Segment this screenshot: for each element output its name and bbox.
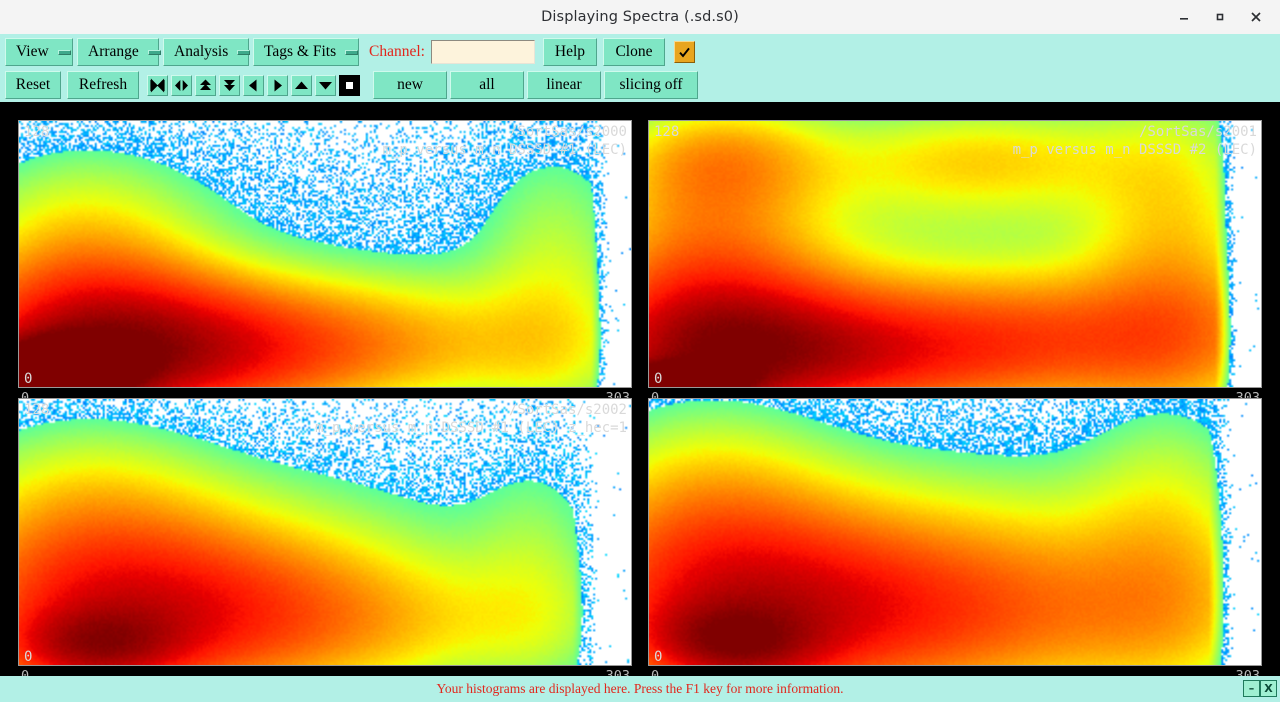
menu-view[interactable]: View bbox=[5, 38, 73, 66]
spectrum-plot-1[interactable]: 128 /SortSas/s2000 m_p versus m_n DSSSD … bbox=[18, 120, 632, 388]
scale-button[interactable]: linear bbox=[527, 71, 601, 99]
histogram-canvas-3 bbox=[19, 399, 631, 665]
reset-button[interactable]: Reset bbox=[5, 71, 61, 99]
window-titlebar: Displaying Spectra (.sd.s0) bbox=[0, 0, 1280, 35]
reset-button-label: Reset bbox=[15, 76, 51, 93]
spectrum-panel-2[interactable]: 128 /SortSas/s2001 m_p versus m_n DSSSD … bbox=[648, 120, 1262, 388]
menu-handle-icon bbox=[237, 49, 251, 55]
check-toggle-button[interactable] bbox=[673, 41, 695, 63]
new-button-label: new bbox=[397, 76, 423, 93]
refresh-button[interactable]: Refresh bbox=[67, 71, 139, 99]
window-controls bbox=[1166, 0, 1274, 34]
all-button-label: all bbox=[479, 76, 495, 93]
minimize-button[interactable] bbox=[1166, 0, 1202, 34]
channel-label: Channel: bbox=[369, 43, 425, 60]
maximize-button[interactable] bbox=[1202, 0, 1238, 34]
clone-button[interactable]: Clone bbox=[602, 38, 665, 66]
histogram-canvas-2 bbox=[649, 121, 1261, 387]
help-button[interactable]: Help bbox=[542, 38, 597, 66]
toolbar: View Arrange Analysis Tags & Fits Channe… bbox=[0, 34, 1280, 102]
menu-tags-fits[interactable]: Tags & Fits bbox=[253, 38, 359, 66]
spectrum-plot-3[interactable]: 128 /SortSas/s2002 m_p versus m_n DSSSD … bbox=[18, 398, 632, 666]
menu-handle-icon bbox=[57, 49, 71, 55]
menu-handle-icon bbox=[345, 49, 359, 55]
collapse-down-button[interactable] bbox=[219, 74, 240, 96]
status-message: Your histograms are displayed here. Pres… bbox=[436, 681, 844, 696]
toolbar-row-menus: View Arrange Analysis Tags & Fits Channe… bbox=[0, 36, 1280, 68]
toolbar-row-controls: Reset Refresh new all linear slicing off bbox=[0, 69, 1280, 101]
refresh-button-label: Refresh bbox=[78, 76, 128, 93]
expand-up-icon bbox=[200, 79, 211, 90]
collapse-horizontal-icon bbox=[150, 78, 165, 92]
menu-handle-icon bbox=[147, 49, 161, 55]
all-button[interactable]: all bbox=[450, 71, 524, 99]
menu-view-label: View bbox=[16, 43, 49, 60]
spectrum-panel-4[interactable]: 0 bbox=[648, 398, 1262, 666]
arrow-down-button[interactable] bbox=[315, 74, 336, 96]
channel-input[interactable] bbox=[430, 40, 535, 64]
spectrum-plot-2[interactable]: 128 /SortSas/s2001 m_p versus m_n DSSSD … bbox=[648, 120, 1262, 388]
slicing-button-label: slicing off bbox=[619, 76, 683, 93]
menu-arrange-label: Arrange bbox=[88, 43, 139, 60]
histogram-canvas-1 bbox=[19, 121, 631, 387]
new-button[interactable]: new bbox=[373, 71, 447, 99]
collapse-horizontal-button[interactable] bbox=[147, 74, 168, 96]
stop-square-button[interactable] bbox=[339, 74, 360, 96]
arrow-down-icon bbox=[319, 81, 332, 89]
scale-button-label: linear bbox=[546, 76, 582, 93]
arrow-up-button[interactable] bbox=[291, 74, 312, 96]
status-bar-controls: – X bbox=[1243, 680, 1277, 697]
spectra-grid: 128 /SortSas/s2000 m_p versus m_n DSSSD … bbox=[0, 102, 1280, 684]
arrow-right-button[interactable] bbox=[267, 74, 288, 96]
clone-button-label: Clone bbox=[615, 43, 653, 60]
histogram-canvas-4 bbox=[649, 399, 1261, 665]
help-button-label: Help bbox=[554, 43, 586, 60]
stop-square-icon bbox=[342, 77, 357, 93]
spectrum-plot-4[interactable]: 0 bbox=[648, 398, 1262, 666]
arrow-right-icon bbox=[274, 79, 282, 91]
arrow-left-icon bbox=[249, 79, 257, 91]
expand-up-button[interactable] bbox=[195, 74, 216, 96]
menu-analysis-label: Analysis bbox=[174, 43, 229, 60]
spectrum-panel-3[interactable]: 128 /SortSas/s2002 m_p versus m_n DSSSD … bbox=[18, 398, 632, 666]
window-title: Displaying Spectra (.sd.s0) bbox=[541, 9, 739, 25]
slicing-button[interactable]: slicing off bbox=[604, 71, 698, 99]
status-bar: Your histograms are displayed here. Pres… bbox=[0, 676, 1280, 702]
close-button[interactable] bbox=[1238, 0, 1274, 34]
arrow-up-icon bbox=[295, 81, 308, 89]
menu-tags-fits-label: Tags & Fits bbox=[264, 43, 337, 60]
menu-arrange[interactable]: Arrange bbox=[77, 38, 161, 66]
status-close-button[interactable]: X bbox=[1260, 680, 1277, 697]
expand-horizontal-button[interactable] bbox=[171, 74, 192, 96]
expand-horizontal-icon bbox=[175, 79, 188, 91]
collapse-down-icon bbox=[224, 79, 235, 91]
arrow-left-button[interactable] bbox=[243, 74, 264, 96]
check-icon bbox=[679, 47, 690, 57]
spectrum-panel-1[interactable]: 128 /SortSas/s2000 m_p versus m_n DSSSD … bbox=[18, 120, 632, 388]
status-minimize-button[interactable]: – bbox=[1243, 680, 1260, 697]
menu-analysis[interactable]: Analysis bbox=[163, 38, 251, 66]
